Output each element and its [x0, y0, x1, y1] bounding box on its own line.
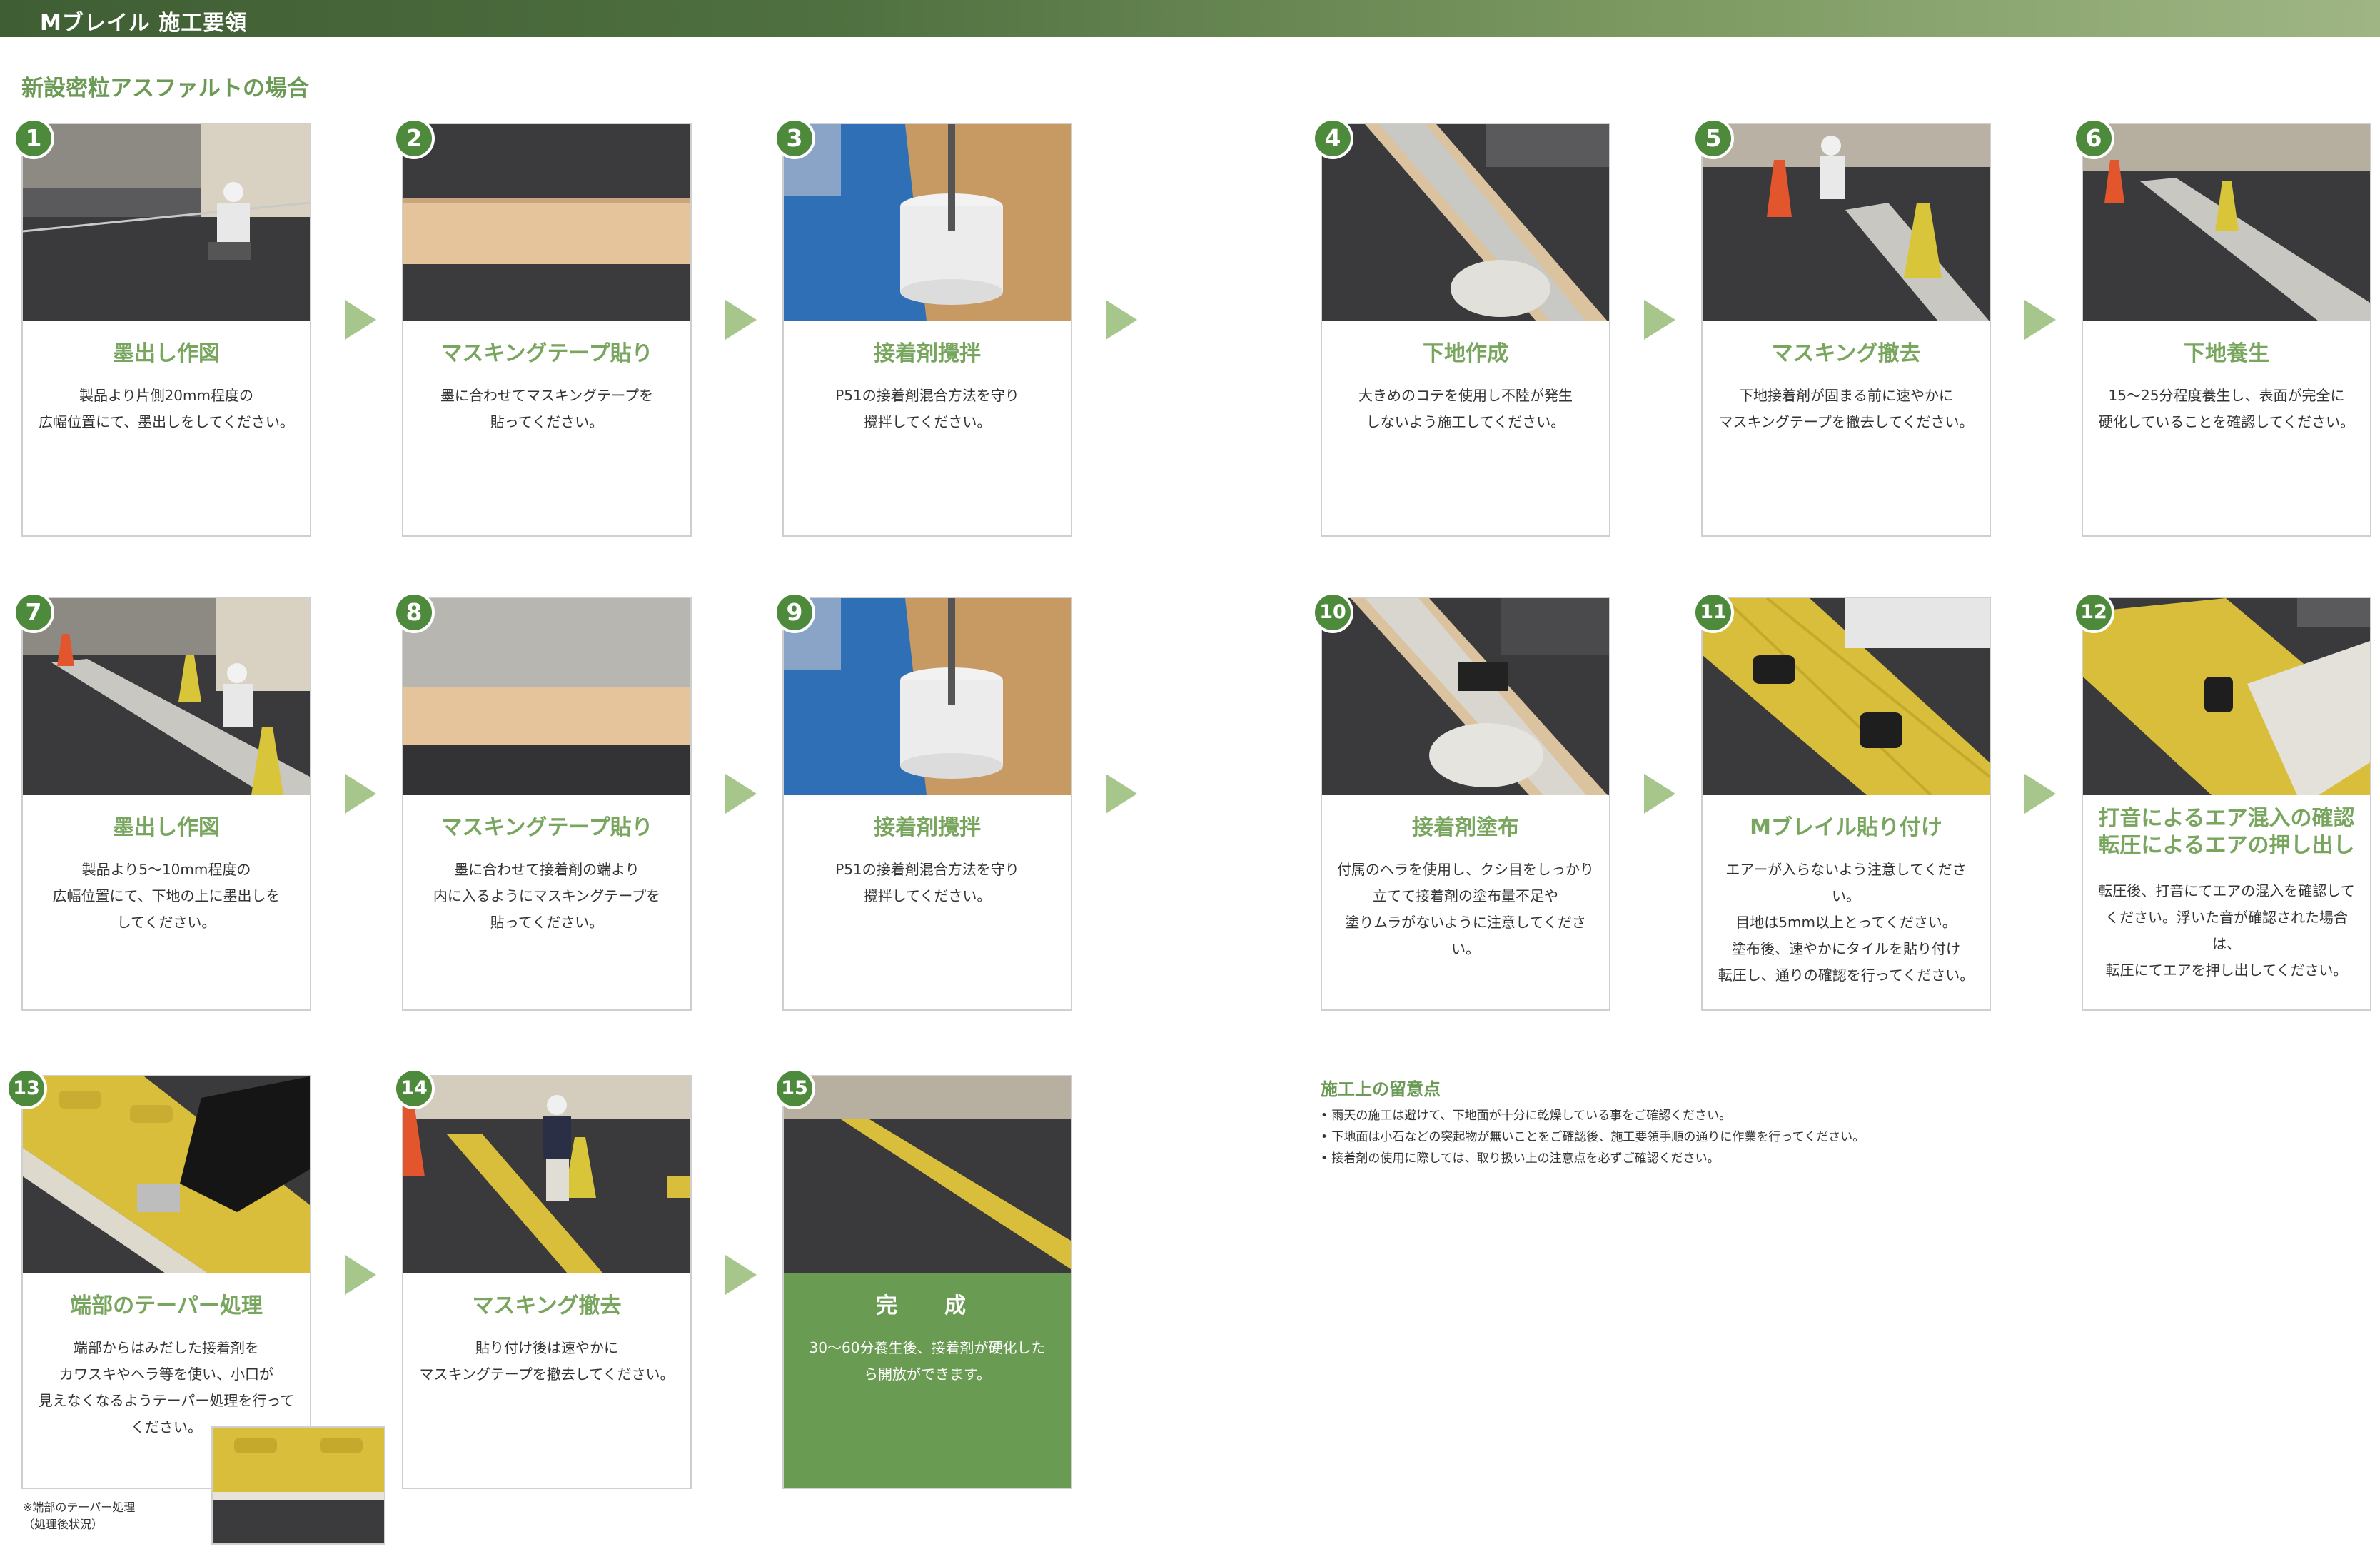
arrow-icon [1106, 300, 1137, 340]
step-photo [1703, 598, 1990, 795]
step-card-8: マスキングテープ貼り 墨に合わせて接着剤の端より 内に入るようにマスキングテープ… [402, 597, 692, 1011]
arrow-icon [1644, 774, 1675, 814]
step-number-badge: 1 [13, 118, 54, 159]
arrow-icon [2024, 300, 2056, 340]
step-title: 端部のテーパー処理 [70, 1293, 263, 1318]
step-photo [784, 598, 1071, 795]
step-number-badge: 5 [1693, 118, 1734, 159]
arrow-icon [2024, 774, 2056, 814]
note-item: • 雨天の施工は避けて、下地面が十分に乾燥している事をご確認ください。 [1321, 1109, 1732, 1123]
step-photo [23, 124, 310, 321]
step-desc: 15〜25分程度養生し、表面が完全に 硬化していることを確認してください。 [2098, 387, 2355, 430]
step-photo [1322, 598, 1609, 795]
step-card-15: 完 成 30〜60分養生後、接着剤が硬化した ら開放ができます。 [782, 1075, 1072, 1489]
step-desc: 墨に合わせて接着剤の端より 内に入るようにマスキングテープを 貼ってください。 [433, 861, 661, 931]
inset-caption: ※端部のテーパー処理 （処理後状況） [23, 1500, 136, 1531]
step-number-badge: 11 [1693, 592, 1734, 633]
step-title: マスキングテープ貼り [440, 815, 653, 840]
step-title: 接着剤攪拌 [874, 341, 981, 366]
arrow-icon [345, 1255, 376, 1295]
step-number-badge: 13 [6, 1068, 47, 1109]
step-card-1: 墨出し作図 製品より片側20mm程度の 広幅位置にて、墨出しをしてください。 [21, 123, 311, 537]
section-title: 新設密粒アスファルトの場合 [21, 76, 309, 101]
step-number-badge: 2 [393, 118, 435, 159]
step-photo [2083, 598, 2370, 795]
step-number-badge: 8 [393, 592, 435, 633]
step-card-10: 接着剤塗布 付属のヘラを使用し、クシ目をしっかり 立てて接着剤の塗布量不足や 塗… [1321, 597, 1610, 1011]
arrow-icon [345, 300, 376, 340]
arrow-icon [345, 774, 376, 814]
arrow-icon [1644, 300, 1675, 340]
step-title: 接着剤塗布 [1412, 815, 1519, 840]
step-desc: 30〜60分養生後、接着剤が硬化した ら開放ができます。 [809, 1339, 1046, 1383]
step-desc: 端部からはみだした接着剤を カワスキやヘラ等を使い、小口が 見えなくなるようテー… [38, 1339, 295, 1436]
step-card-5: マスキング撤去 下地接着剤が固まる前に速やかに マスキングテープを撤去してくださ… [1701, 123, 1991, 537]
step-card-7: 墨出し作図 製品より5〜10mm程度の 広幅位置にて、下地の上に墨出しを してく… [21, 597, 311, 1011]
step-number-badge: 10 [1312, 592, 1353, 633]
step-photo [2083, 124, 2370, 321]
step-title: マスキング撤去 [472, 1293, 622, 1318]
step-desc: 転圧後、打音にてエアの混入を確認して ください。浮いた音が確認された場合は、 転… [2098, 882, 2355, 979]
step-title: 接着剤攪拌 [874, 815, 981, 840]
step-photo [23, 598, 310, 795]
step-desc: P51の接着剤混合方法を守り 攪拌してください。 [835, 387, 1019, 430]
step-card-2: マスキングテープ貼り 墨に合わせてマスキングテープを 貼ってください。 [402, 123, 692, 537]
note-item: • 接着剤の使用に際しては、取り扱い上の注意点を必ずご確認ください。 [1321, 1151, 1720, 1166]
inset-photo [211, 1426, 385, 1545]
step-photo [784, 1076, 1071, 1273]
arrow-icon [1106, 774, 1137, 814]
step-card-3: 接着剤攪拌 P51の接着剤混合方法を守り 攪拌してください。 [782, 123, 1072, 537]
step-card-6: 下地養生 15〜25分程度養生し、表面が完全に 硬化していることを確認してくださ… [2082, 123, 2371, 537]
step-title: 打音によるエア混入の確認 転圧によるエアの押し出し [2098, 806, 2355, 858]
step-desc: エアーが入らないよう注意してください。 目地は5mm以上とってください。 塗布後… [1718, 861, 1975, 984]
step-card-11: Mブレイル貼り付け エアーが入らないよう注意してください。 目地は5mm以上とっ… [1701, 597, 1991, 1011]
step-title: Mブレイル貼り付け [1750, 815, 1942, 840]
step-title: 下地養生 [2184, 341, 2269, 366]
step-title: 完 成 [876, 1293, 979, 1318]
step-photo [403, 124, 690, 321]
step-desc: 付属のヘラを使用し、クシ目をしっかり 立てて接着剤の塗布量不足や 塗りムラがない… [1337, 861, 1594, 957]
step-number-badge: 7 [13, 592, 54, 633]
step-desc: 大きめのコテを使用し不陸が発生 しないよう施工してください。 [1358, 387, 1573, 430]
step-number-badge: 14 [393, 1068, 435, 1109]
notes-title: 施工上の留意点 [1321, 1079, 1441, 1099]
arrow-icon [725, 1255, 757, 1295]
step-number-badge: 15 [774, 1068, 815, 1109]
step-card-4: 下地作成 大きめのコテを使用し不陸が発生 しないよう施工してください。 [1321, 123, 1610, 537]
step-card-12: 打音によるエア混入の確認 転圧によるエアの押し出し 転圧後、打音にてエアの混入を… [2082, 597, 2371, 1011]
step-desc: P51の接着剤混合方法を守り 攪拌してください。 [835, 861, 1019, 904]
step-desc: 製品より5〜10mm程度の 広幅位置にて、下地の上に墨出しを してください。 [52, 861, 281, 931]
step-title: 墨出し作図 [113, 341, 220, 366]
header-bar: Mブレイル 施工要領 [0, 0, 2380, 37]
step-number-badge: 3 [774, 118, 815, 159]
step-title: 墨出し作図 [113, 815, 220, 840]
step-photo [23, 1076, 310, 1273]
step-card-9: 接着剤攪拌 P51の接着剤混合方法を守り 攪拌してください。 [782, 597, 1072, 1011]
step-title: マスキング撤去 [1771, 341, 1921, 366]
arrow-icon [725, 774, 757, 814]
step-number-badge: 4 [1312, 118, 1353, 159]
step-photo [403, 598, 690, 795]
page-title: Mブレイル 施工要領 [40, 11, 248, 36]
arrow-icon [725, 300, 757, 340]
step-photo [784, 124, 1071, 321]
note-item: • 下地面は小石などの突起物が無いことをご確認後、施工要領手順の通りに作業を行っ… [1321, 1130, 1865, 1144]
step-desc: 製品より片側20mm程度の 広幅位置にて、墨出しをしてください。 [39, 387, 294, 430]
step-photo [1322, 124, 1609, 321]
step-title: マスキングテープ貼り [440, 341, 653, 366]
step-photo [1703, 124, 1990, 321]
step-card-14: マスキング撤去 貼り付け後は速やかに マスキングテープを撤去してください。 [402, 1075, 692, 1489]
step-desc: 貼り付け後は速やかに マスキングテープを撤去してください。 [419, 1339, 675, 1383]
step-number-badge: 6 [2073, 118, 2114, 159]
step-number-badge: 9 [774, 592, 815, 633]
step-desc: 墨に合わせてマスキングテープを 貼ってください。 [440, 387, 654, 430]
step-photo [403, 1076, 690, 1273]
step-desc: 下地接着剤が固まる前に速やかに マスキングテープを撤去してください。 [1718, 387, 1974, 430]
step-title: 下地作成 [1423, 341, 1508, 366]
step-number-badge: 12 [2073, 592, 2114, 633]
